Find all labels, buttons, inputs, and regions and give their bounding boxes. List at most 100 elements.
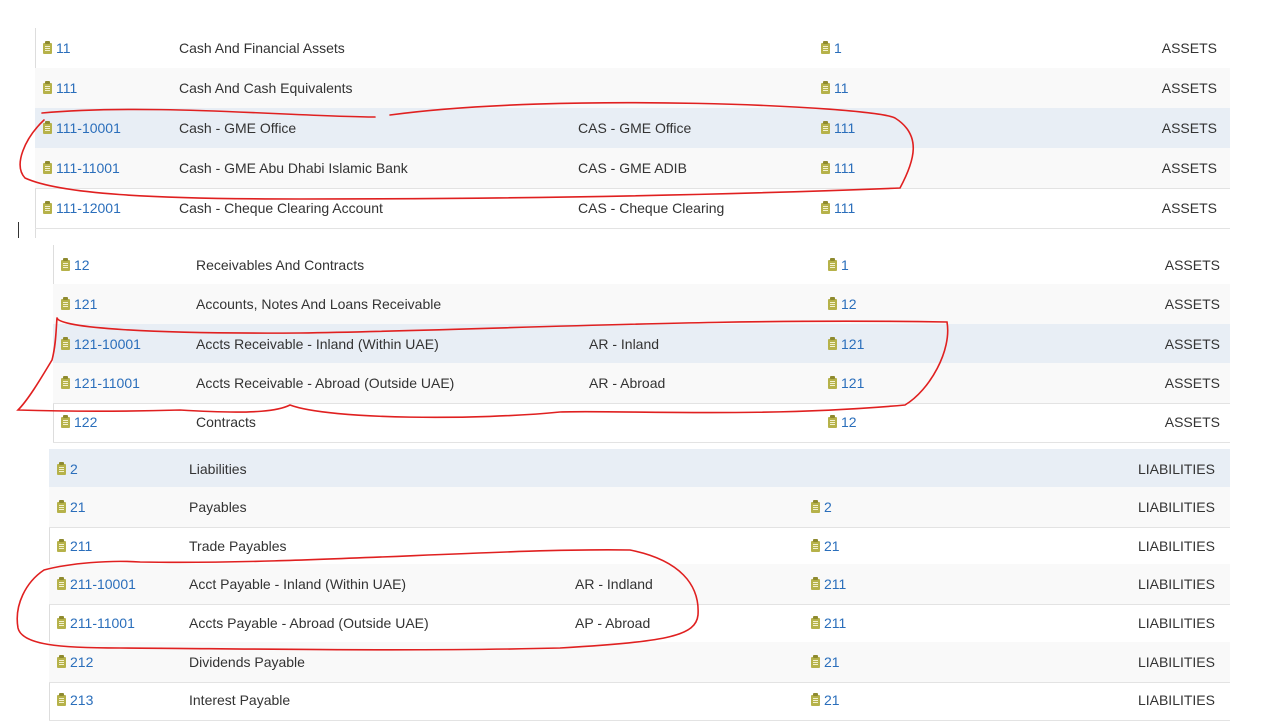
account-code-link[interactable]: 2 (57, 449, 78, 489)
clipboard-icon (43, 161, 52, 174)
account-type: ASSETS (1161, 80, 1217, 96)
parent-code-link[interactable]: 111 (821, 188, 855, 228)
table-row[interactable]: 212 Dividends Payable 21 LIABILITIES (49, 642, 1230, 683)
table-row[interactable]: 111-11001 Cash - GME Abu Dhabi Islamic B… (35, 148, 1230, 189)
account-code-link[interactable]: 121-10001 (61, 324, 141, 364)
account-name: Trade Payables (189, 538, 287, 554)
table-row[interactable]: 111 Cash And Cash Equivalents 11 ASSETS (35, 68, 1230, 109)
clipboard-icon (57, 500, 66, 513)
account-short-name: AR - Inland (589, 336, 660, 352)
parent-code-link[interactable]: 21 (811, 526, 840, 566)
account-type: LIABILITIES (1137, 461, 1215, 477)
table-row[interactable]: 121-10001 Accts Receivable - Inland (Wit… (53, 324, 1230, 365)
account-type: LIABILITIES (1137, 538, 1215, 554)
account-type: ASSETS (1164, 296, 1220, 312)
account-name: Cash And Financial Assets (179, 40, 345, 56)
account-name: Cash - Cheque Clearing Account (179, 200, 383, 216)
account-type: ASSETS (1164, 257, 1220, 273)
table-row[interactable]: 211 Trade Payables 21 LIABILITIES (49, 526, 1230, 567)
account-type: ASSETS (1161, 160, 1217, 176)
table-row[interactable]: 21 Payables 2 LIABILITIES (49, 487, 1230, 528)
parent-code-link[interactable]: 111 (821, 108, 855, 148)
clipboard-icon (828, 258, 837, 271)
account-type: ASSETS (1161, 200, 1217, 216)
parent-code-link[interactable]: 121 (828, 363, 864, 403)
clipboard-icon (57, 577, 66, 590)
clipboard-icon (821, 121, 830, 134)
account-code-link[interactable]: 11 (43, 28, 71, 68)
clipboard-icon (57, 462, 66, 475)
table-row[interactable]: 11 Cash And Financial Assets 1 ASSETS (35, 28, 1230, 69)
parent-code-link[interactable]: 2 (811, 487, 832, 527)
table-row[interactable]: 121-11001 Accts Receivable - Abroad (Out… (53, 363, 1230, 404)
parent-code-link[interactable]: 21 (811, 642, 840, 682)
accounts-table-liabilities: 2 Liabilities LIABILITIES 21 Payables 2 … (49, 449, 1230, 721)
clipboard-icon (811, 616, 820, 629)
parent-code-link[interactable]: 1 (828, 245, 849, 285)
parent-code-link[interactable]: 21 (811, 680, 840, 720)
account-type: LIABILITIES (1137, 615, 1215, 631)
table-row[interactable]: 12 Receivables And Contracts 1 ASSETS (53, 245, 1230, 286)
table-row[interactable]: 111-10001 Cash - GME Office CAS - GME Of… (35, 108, 1230, 149)
account-code-link[interactable]: 213 (57, 680, 93, 720)
account-name: Interest Payable (189, 692, 291, 708)
account-short-name: CAS - GME ADIB (578, 160, 687, 176)
account-short-name: AR - Abroad (589, 375, 666, 391)
account-short-name: CAS - GME Office (578, 120, 692, 136)
table-row[interactable]: 2 Liabilities LIABILITIES (49, 449, 1230, 490)
clipboard-icon (57, 693, 66, 706)
parent-code-link[interactable]: 12 (828, 402, 857, 442)
account-name: Liabilities (189, 461, 247, 477)
account-code-link[interactable]: 121 (61, 284, 97, 324)
account-code-link[interactable]: 121-11001 (61, 363, 140, 403)
parent-code-link[interactable]: 111 (821, 148, 855, 188)
parent-code-link[interactable]: 1 (821, 28, 842, 68)
text-cursor (18, 222, 19, 238)
account-type: LIABILITIES (1137, 654, 1215, 670)
clipboard-icon (61, 258, 70, 271)
account-name: Cash - GME Abu Dhabi Islamic Bank (179, 160, 408, 176)
account-name: Accounts, Notes And Loans Receivable (196, 296, 442, 312)
clipboard-icon (61, 415, 70, 428)
account-code-link[interactable]: 211-11001 (57, 603, 135, 643)
account-name: Receivables And Contracts (196, 257, 365, 273)
parent-code-link[interactable]: 121 (828, 324, 864, 364)
account-code-link[interactable]: 211 (57, 526, 92, 566)
table-row[interactable]: 122 Contracts 12 ASSETS (53, 402, 1230, 443)
clipboard-icon (828, 376, 837, 389)
table-row[interactable]: 211-11001 Accts Payable - Abroad (Outsid… (49, 603, 1230, 644)
clipboard-icon (828, 337, 837, 350)
table-row[interactable]: 211-10001 Acct Payable - Inland (Within … (49, 564, 1230, 605)
clipboard-icon (61, 297, 70, 310)
accounts-table-cash: 11 Cash And Financial Assets 1 ASSETS 11… (35, 28, 1230, 238)
clipboard-icon (811, 539, 820, 552)
clipboard-icon (821, 201, 830, 214)
account-code-link[interactable]: 111-12001 (43, 188, 121, 228)
account-code-link[interactable]: 111-11001 (43, 148, 120, 188)
clipboard-icon (821, 161, 830, 174)
clipboard-icon (828, 297, 837, 310)
clipboard-icon (811, 655, 820, 668)
account-type: ASSETS (1164, 414, 1220, 430)
parent-code-link[interactable]: 12 (828, 284, 857, 324)
table-row[interactable]: 111-12001 Cash - Cheque Clearing Account… (35, 188, 1230, 229)
table-row[interactable]: 121 Accounts, Notes And Loans Receivable… (53, 284, 1230, 325)
parent-code-link[interactable]: 211 (811, 603, 846, 643)
account-code-link[interactable]: 111-10001 (43, 108, 121, 148)
account-code-link[interactable]: 12 (61, 245, 90, 285)
account-code-link[interactable]: 212 (57, 642, 93, 682)
account-type: ASSETS (1164, 375, 1220, 391)
table-row[interactable]: 213 Interest Payable 21 LIABILITIES (49, 680, 1230, 721)
account-code-link[interactable]: 21 (57, 487, 86, 527)
clipboard-icon (61, 376, 70, 389)
clipboard-icon (43, 81, 52, 94)
parent-code-link[interactable]: 11 (821, 68, 849, 108)
account-code-link[interactable]: 211-10001 (57, 564, 136, 604)
account-name: Cash And Cash Equivalents (179, 80, 353, 96)
parent-code-link[interactable]: 211 (811, 564, 846, 604)
account-code-link[interactable]: 111 (43, 68, 77, 108)
account-code-link[interactable]: 122 (61, 402, 97, 442)
account-type: ASSETS (1161, 120, 1217, 136)
clipboard-icon (43, 121, 52, 134)
account-type: ASSETS (1161, 40, 1217, 56)
